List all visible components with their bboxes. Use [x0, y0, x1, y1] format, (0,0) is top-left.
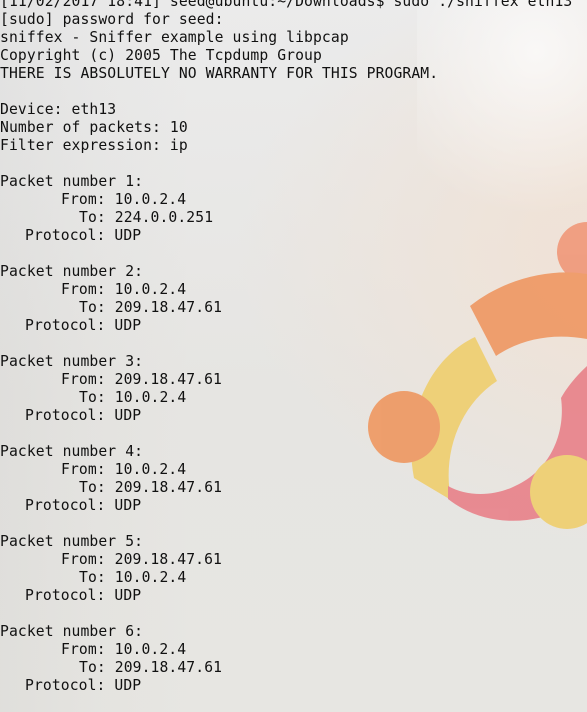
packet-count-line: Number of packets: 10	[0, 119, 188, 136]
packet-protocol: Protocol: UDP	[25, 407, 142, 424]
packet-to: To: 209.18.47.61	[79, 299, 223, 316]
program-title: sniffex - Sniffer example using libpcap	[0, 29, 349, 46]
terminal-window[interactable]: [11/02/2017 18:41] seed@ubuntu:~/Downloa…	[0, 0, 587, 712]
packet-to: To: 209.18.47.61	[79, 479, 223, 496]
packet-from: From: 10.0.2.4	[61, 461, 187, 478]
packet-to: To: 224.0.0.251	[79, 209, 214, 226]
packet-header: Packet number 2:	[0, 263, 144, 280]
filter-line: Filter expression: ip	[0, 137, 188, 154]
packet-from: From: 209.18.47.61	[61, 371, 222, 388]
packet-protocol: Protocol: UDP	[25, 587, 142, 604]
warranty-line: THERE IS ABSOLUTELY NO WARRANTY FOR THIS…	[0, 65, 439, 82]
packet-header: Packet number 5:	[0, 533, 144, 550]
device-line: Device: eth13	[0, 101, 117, 118]
packet-header: Packet number 6:	[0, 623, 144, 640]
packet-to: To: 209.18.47.61	[79, 659, 223, 676]
packet-from: From: 10.0.2.4	[61, 281, 187, 298]
packet-header: Packet number 4:	[0, 443, 144, 460]
packet-from: From: 209.18.47.61	[61, 551, 222, 568]
packet-protocol: Protocol: UDP	[25, 497, 142, 514]
copyright-line: Copyright (c) 2005 The Tcpdump Group	[0, 47, 322, 64]
packet-header: Packet number 3:	[0, 353, 144, 370]
packet-protocol: Protocol: UDP	[25, 227, 142, 244]
sudo-password-prompt: [sudo] password for seed:	[0, 11, 224, 28]
terminal-output: [11/02/2017 18:41] seed@ubuntu:~/Downloa…	[0, 0, 572, 712]
packet-from: From: 10.0.2.4	[61, 641, 187, 658]
packet-to: To: 10.0.2.4	[79, 389, 187, 406]
packet-from: From: 10.0.2.4	[61, 191, 187, 208]
command-prompt: [11/02/2017 18:41] seed@ubuntu:~/Downloa…	[0, 0, 573, 10]
packet-to: To: 10.0.2.4	[79, 569, 187, 586]
packet-protocol: Protocol: UDP	[25, 317, 142, 334]
packet-protocol: Protocol: UDP	[25, 677, 142, 694]
packet-header: Packet number 1:	[0, 173, 144, 190]
